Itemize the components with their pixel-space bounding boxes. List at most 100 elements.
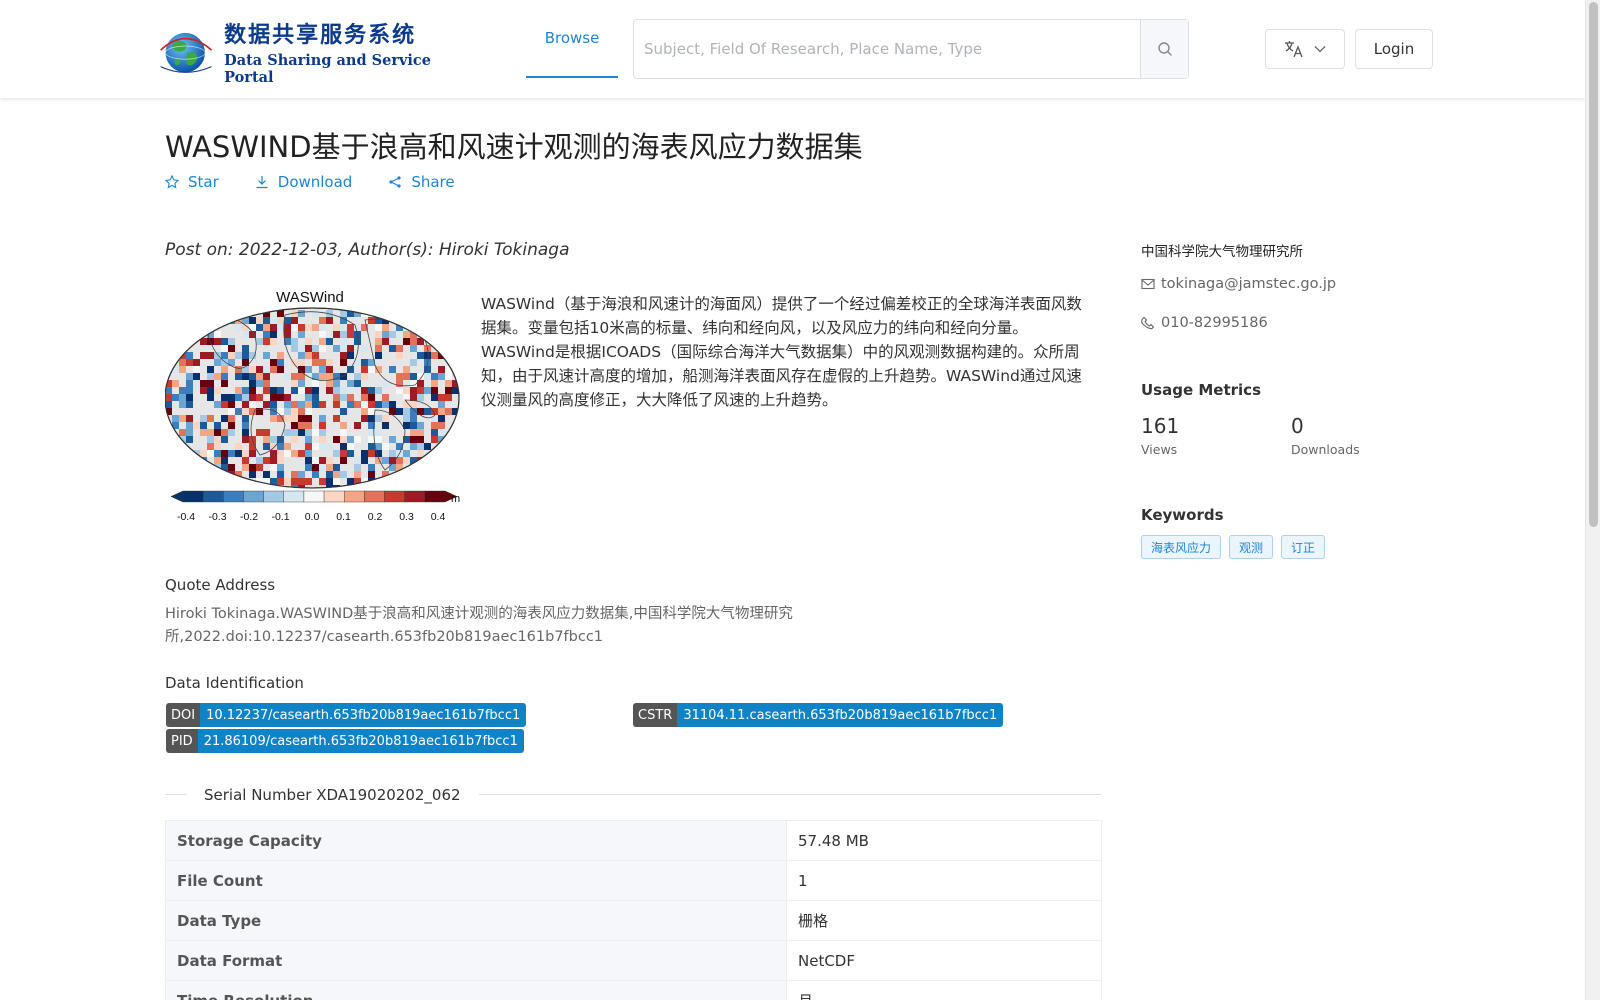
keyword-tag[interactable]: 观测 (1229, 535, 1274, 559)
map-cell (431, 387, 438, 394)
map-cell (354, 373, 361, 380)
map-cell (312, 352, 319, 359)
map-cell (319, 331, 326, 338)
map-cell (186, 317, 193, 324)
nav-browse[interactable]: Browse (526, 0, 618, 78)
map-cell (424, 331, 431, 338)
map-cell (375, 338, 382, 345)
map-cell (263, 324, 270, 331)
map-cell (389, 450, 396, 457)
map-cell (228, 345, 235, 352)
map-cell (263, 338, 270, 345)
map-cell (459, 352, 465, 359)
map-cell (305, 429, 312, 436)
map-cell (403, 373, 410, 380)
map-cell (305, 401, 312, 408)
page-scrollbar[interactable] (1585, 0, 1600, 1000)
pid-badge[interactable]: PID 21.86109/casearth.653fb20b819aec161b… (166, 729, 524, 753)
map-cell (263, 380, 270, 387)
map-cell (291, 436, 298, 443)
map-cell (333, 415, 340, 422)
map-cell (270, 457, 277, 464)
map-cell (368, 443, 375, 450)
search-input[interactable] (634, 20, 1140, 78)
map-cell (326, 366, 333, 373)
language-switcher[interactable] (1265, 29, 1345, 69)
map-cell (179, 359, 186, 366)
map-cell (319, 457, 326, 464)
map-cell (312, 359, 319, 366)
map-cell (319, 359, 326, 366)
map-cell (284, 331, 291, 338)
map-cell (333, 331, 340, 338)
share-button[interactable]: Share (388, 173, 455, 191)
contact-email[interactable]: tokinaga@jamstec.go.jp (1141, 276, 1336, 292)
map-cell (165, 352, 172, 359)
map-cell (263, 317, 270, 324)
map-cell (207, 471, 214, 478)
map-cell (277, 352, 284, 359)
table-key: Data Format (165, 940, 787, 981)
map-cell (256, 324, 263, 331)
map-cell (417, 443, 424, 450)
map-cell (193, 373, 200, 380)
map-cell (326, 387, 333, 394)
star-button[interactable]: Star (165, 173, 219, 191)
map-cell (277, 317, 284, 324)
download-button[interactable]: Download (255, 173, 352, 191)
map-cell (319, 345, 326, 352)
map-cell (354, 401, 361, 408)
map-cell (298, 415, 305, 422)
doi-badge[interactable]: DOI 10.12237/casearth.653fb20b819aec161b… (166, 703, 527, 727)
keyword-tag[interactable]: 海表风应力 (1141, 535, 1222, 559)
map-cell (291, 415, 298, 422)
email-text: tokinaga@jamstec.go.jp (1161, 276, 1337, 292)
map-cell (347, 352, 354, 359)
colorbar-swatch (424, 490, 446, 503)
map-cell (410, 345, 417, 352)
map-cell (277, 387, 284, 394)
map-cell (410, 429, 417, 436)
map-cell (207, 366, 214, 373)
site-logo[interactable]: 数据共享服务系统 Data Sharing and Service Portal (154, 20, 439, 86)
map-cell (438, 429, 445, 436)
map-cell (207, 352, 214, 359)
map-cell (298, 331, 305, 338)
map-cell (298, 422, 305, 429)
map-cell (333, 345, 340, 352)
map-cell (263, 331, 270, 338)
map-cell (235, 324, 242, 331)
scrollbar-thumb[interactable] (1589, 2, 1598, 527)
keyword-tag[interactable]: 订正 (1281, 535, 1326, 559)
map-cell (298, 387, 305, 394)
organization-name: 中国科学院大气物理研究所 (1141, 244, 1303, 260)
top-header: 数据共享服务系统 Data Sharing and Service Portal… (0, 0, 1585, 98)
cstr-badge[interactable]: CSTR 31104.11.casearth.653fb20b819aec161… (633, 703, 1004, 727)
pid-key: PID (166, 729, 198, 753)
login-button[interactable]: Login (1355, 29, 1433, 69)
map-cell (417, 429, 424, 436)
map-cell (256, 317, 263, 324)
map-cell (305, 387, 312, 394)
map-cell (298, 359, 305, 366)
map-cell (431, 429, 438, 436)
map-cell (424, 443, 431, 450)
search-button[interactable] (1140, 20, 1188, 78)
cstr-key: CSTR (633, 703, 678, 727)
map-cell (403, 366, 410, 373)
map-cell (179, 394, 186, 401)
map-cell (193, 324, 200, 331)
map-cell (256, 380, 263, 387)
map-cell (319, 422, 326, 429)
map-cell (207, 317, 214, 324)
map-cell (438, 373, 445, 380)
map-cell (410, 324, 417, 331)
map-cell (228, 401, 235, 408)
map-cell (431, 450, 438, 457)
map-cell (445, 338, 452, 345)
map-cell (249, 408, 256, 415)
map-cell (340, 450, 347, 457)
table-value: 月 (786, 980, 1102, 1000)
map-cell (445, 324, 452, 331)
map-cell (270, 324, 277, 331)
